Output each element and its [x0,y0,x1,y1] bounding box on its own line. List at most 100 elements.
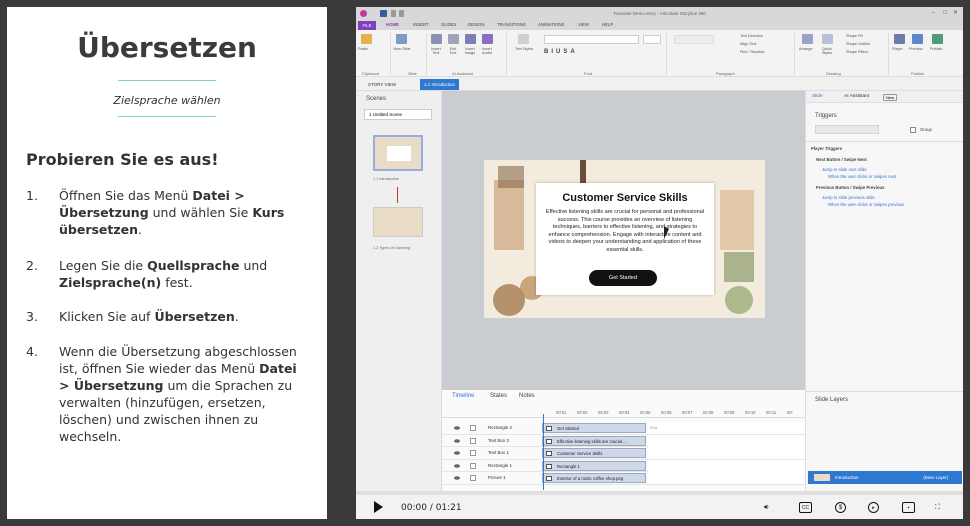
tab-view[interactable]: VIEW [578,22,589,27]
get-started-button[interactable]: Get Started [589,270,657,286]
lock-checkbox[interactable] [470,437,476,444]
timeline-block[interactable]: Effective listening skills are crucial .… [542,435,646,446]
eye-icon[interactable] [454,463,460,468]
tab-file[interactable]: FILE [358,21,376,30]
list-buttons[interactable] [674,35,714,44]
lock-checkbox[interactable] [470,425,476,431]
speed-icon[interactable]: $ [835,502,846,513]
timeline-block[interactable]: Exterior of a rustic coffee shop.png [542,473,646,484]
maximize-icon[interactable]: □ [943,10,947,16]
timeline-block[interactable]: Rectangle 1 [542,460,646,471]
tab-slide[interactable]: Slide [812,94,823,99]
video-player-bar: 00:00 / 01:21 🔊︎ CC $ ▸ ▪ ⛶ [356,491,963,519]
arrange-icon[interactable] [802,34,813,44]
scene-select[interactable]: 1 Untitled Scene [364,109,432,120]
tab-story-view[interactable]: STORY VIEW [364,79,400,90]
text-styles-icon[interactable] [518,34,529,44]
tab-design[interactable]: DESIGN [468,22,484,27]
ribbon-divider [794,33,795,75]
minimize-icon[interactable]: – [932,10,935,16]
chapters-icon[interactable]: ▸ [868,502,879,513]
group-label: AI Assistant [452,71,473,76]
window-title: Translate Demo.story - Articulate Storyl… [613,11,706,16]
eye-icon[interactable] [454,476,460,481]
lock-checkbox[interactable] [470,475,476,482]
tab-slide-intro[interactable]: 1.1 Introduction [420,79,460,90]
play-icon[interactable] [374,501,383,513]
paste-icon[interactable] [361,34,372,44]
tab-timeline[interactable]: Timeline [452,393,474,399]
timeline-row[interactable]: Text Box 2 Effective listening skills ar… [442,434,805,448]
group-checkbox[interactable] [910,127,916,133]
timeline-row[interactable]: Text Box 1 Customer Service Skills [442,447,805,460]
shape-effect-button[interactable]: Shape Effect [846,50,868,54]
picture-in-picture-icon[interactable]: ▪ [902,502,915,513]
publish-icon[interactable] [932,34,943,44]
tab-states[interactable]: States [490,393,507,399]
slide-thumbnail[interactable] [373,207,423,237]
lock-checkbox[interactable] [470,450,476,457]
trigger-toolbar[interactable] [815,125,879,134]
trigger-condition[interactable]: When the user clicks or swipes next [828,174,896,179]
font-family-select[interactable] [544,35,639,44]
tab-slides[interactable]: SLIDES [441,22,456,27]
insert-text-label: Insert Text [431,47,441,55]
tab-home[interactable]: HOME [386,22,399,27]
group-label: Font [584,71,593,76]
group-label: Drawing [826,71,841,76]
ribbon-divider [666,33,667,75]
align-text-button[interactable]: Align Text [740,42,756,46]
eye-icon[interactable] [454,438,460,443]
trigger-action[interactable]: Jump to slide previous slide [822,195,875,200]
shape-fill-button[interactable]: Shape Fill [846,34,863,38]
captions-icon[interactable]: CC [799,502,812,513]
slide-thumbnail[interactable] [373,135,423,171]
quick-styles-icon[interactable] [822,34,833,44]
playhead[interactable] [543,414,544,490]
find-replace-button[interactable]: Find / Replace [740,50,764,54]
step-text: Klicken Sie auf Übersetzen. [59,309,239,324]
arrange-label: Arrange [799,47,813,51]
tab-help[interactable]: HELP [602,22,613,27]
timeline-block[interactable]: Get Started [542,423,646,433]
eye-icon[interactable] [454,426,460,430]
trigger-condition[interactable]: When the user clicks or swipes previous [828,202,904,207]
layer-name: Picture 1 [488,475,506,481]
tab-insert[interactable]: INSERT [413,22,429,27]
edit-text-icon[interactable] [448,34,459,44]
timeline-row[interactable]: Rectangle 1 Rectangle 1 [442,459,805,473]
tab-animations[interactable]: ANIMATIONS [538,22,564,27]
text-direction-button[interactable]: Text Direction [740,34,763,38]
timeline-row[interactable]: Rectangle 2 Get Started End [442,422,805,435]
ribbon-divider [426,33,427,75]
progress-bar[interactable] [356,492,963,495]
preview-icon[interactable] [912,34,923,44]
new-slide-icon[interactable] [396,34,407,44]
insert-text-icon[interactable] [431,34,442,44]
base-layer-row[interactable]: Introduction (Base Layer) [808,471,962,484]
fullscreen-icon[interactable]: ⛶ [935,502,940,513]
shape-outline-button[interactable]: Shape Outline [846,42,870,46]
slide-stage[interactable]: Customer Service Skills Effective listen… [484,160,765,318]
section-heading: Probieren Sie es aus! [26,150,219,169]
lock-checkbox[interactable] [470,462,476,469]
insert-audio-icon[interactable] [482,34,493,44]
new-slide-label: New Slide [393,47,411,51]
timeline-row[interactable]: Picture 1 Exterior of a rustic coffee sh… [442,472,805,485]
tab-transitions[interactable]: TRANSITIONS [497,22,526,27]
layer-name: Text Box 2 [488,437,510,443]
insert-image-icon[interactable] [465,34,476,44]
tab-ai-assistant[interactable]: AI Assistant [844,94,869,99]
timeline-panel: Timeline States Notes 00:01 00:02 00:03 … [442,389,805,491]
tab-notes[interactable]: Notes [519,393,535,399]
divider [806,391,963,392]
trigger-action[interactable]: Jump to slide next slide [822,167,867,172]
font-size-select[interactable] [643,35,661,44]
player-icon[interactable] [894,34,905,44]
triggers-heading: Triggers [815,113,837,119]
volume-icon[interactable]: 🔊︎ [764,502,768,513]
timeline-block[interactable]: Customer Service Skills [542,448,646,459]
font-format-buttons[interactable]: BIUSA [544,49,578,55]
close-icon[interactable]: ✕ [953,9,958,16]
eye-icon[interactable] [454,451,460,455]
